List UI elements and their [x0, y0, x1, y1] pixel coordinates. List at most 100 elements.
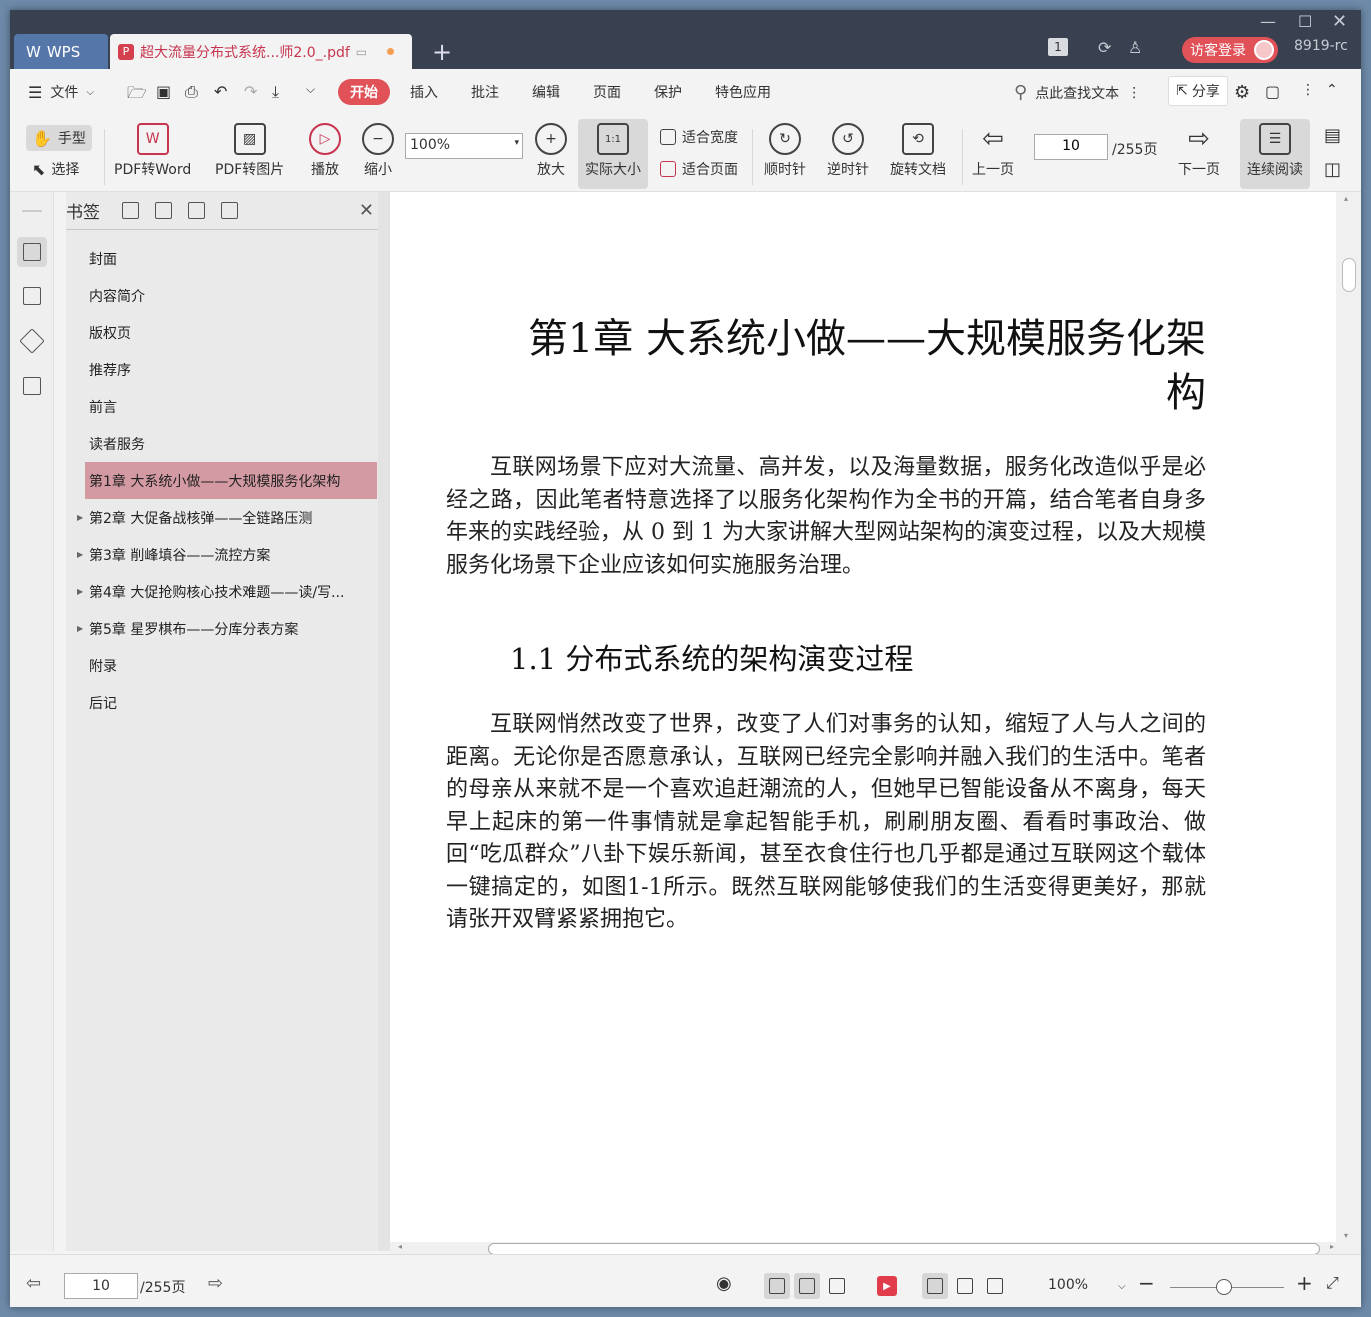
zoom-out-icon[interactable]: −	[1138, 1271, 1155, 1295]
vertical-scrollbar[interactable]: ▴ ▾	[1336, 192, 1361, 1242]
zoom-out-button[interactable]: − 缩小	[362, 123, 394, 179]
skin-icon[interactable]: ♙	[1128, 38, 1142, 57]
vertical-scroll-thumb[interactable]	[1342, 258, 1356, 292]
chevron-down-icon[interactable]: ⌵	[1118, 1281, 1126, 1292]
rotate-document-button[interactable]: ⟲ 旋转文档	[890, 123, 946, 179]
zoom-in-button[interactable]: + 放大	[535, 123, 567, 179]
horizontal-scrollbar[interactable]: ◂ ▸	[390, 1242, 1361, 1255]
minimize-icon[interactable]: —	[1260, 12, 1276, 31]
tab-insert[interactable]: 插入	[410, 82, 438, 102]
bookmark-item[interactable]: ▶ 第2章 大促备战核弹——全链路压测	[66, 499, 378, 536]
fit-page-button[interactable]: 适合页面	[660, 159, 738, 179]
tab-annotate[interactable]: 批注	[471, 82, 499, 102]
continuous-view-button[interactable]	[764, 1273, 790, 1299]
bookmark-options-icon[interactable]	[221, 202, 238, 219]
maximize-icon[interactable]: ☐	[1298, 12, 1312, 31]
scroll-down-icon[interactable]: ▾	[1344, 1231, 1348, 1240]
tab-page[interactable]: 页面	[593, 82, 621, 102]
page-number-input[interactable]: 10	[1034, 134, 1108, 160]
bookmark-item[interactable]: 推荐序	[66, 351, 378, 388]
bookmark-item[interactable]: 读者服务	[66, 425, 378, 462]
save-icon[interactable]: ▣	[156, 82, 171, 101]
guest-login-button[interactable]: 访客登录	[1182, 37, 1278, 63]
gear-icon[interactable]: ⚙	[1234, 82, 1250, 103]
expand-arrow-icon[interactable]: ▶	[77, 624, 83, 633]
scroll-left-icon[interactable]: ◂	[398, 1242, 402, 1251]
tab-protect[interactable]: 保护	[654, 82, 682, 102]
annotation-panel-button[interactable]	[17, 326, 47, 356]
eye-protection-icon[interactable]: ◉	[716, 1273, 732, 1294]
bookmark-item[interactable]: 附录	[66, 647, 378, 684]
bookmark-item[interactable]: ▶ 第4章 大促抢购核心技术难题——读/写...	[66, 573, 378, 610]
bookmark-item[interactable]: 内容简介	[66, 277, 378, 314]
next-page-button[interactable]: ⇨ 下一页	[1178, 123, 1220, 179]
rotate-clockwise-button[interactable]: ↻ 顺时针	[764, 123, 806, 179]
fit-width-button[interactable]: 适合宽度	[660, 127, 738, 147]
more-dropdown-icon[interactable]: ⌵	[306, 82, 315, 97]
open-folder-icon[interactable]: 🗁	[127, 82, 147, 109]
zoom-select[interactable]: 100% ▾	[405, 133, 523, 159]
redo-icon[interactable]: ↷	[244, 82, 257, 101]
play-button[interactable]: ▷ 播放	[309, 123, 341, 179]
collapse-all-icon[interactable]	[155, 202, 172, 219]
share-button[interactable]: ⇱ 分享	[1168, 76, 1228, 106]
hand-tool-button[interactable]: ✋ 手型	[26, 125, 92, 151]
zoom-slider-knob[interactable]	[1216, 1279, 1232, 1295]
close-icon[interactable]: ✕	[359, 200, 374, 221]
find-text-button[interactable]: ⚲ 点此查找文本 ⋮	[1014, 82, 1141, 103]
actual-size-status-button[interactable]	[922, 1273, 948, 1299]
slideshow-button[interactable]: ▶	[874, 1273, 900, 1299]
expand-arrow-icon[interactable]: ▶	[77, 550, 83, 559]
fullscreen-icon[interactable]: ⤢	[1326, 1273, 1339, 1293]
select-tool-button[interactable]: ⬉ 选择	[32, 159, 79, 179]
undo-icon[interactable]: ↶	[214, 82, 227, 101]
scroll-right-icon[interactable]: ▸	[1330, 1242, 1334, 1251]
signature-panel-button[interactable]	[17, 371, 47, 401]
rotate-counterclockwise-button[interactable]: ↺ 逆时针	[827, 123, 869, 179]
print-icon[interactable]: ⎙	[185, 82, 198, 102]
bookmark-panel-button[interactable]	[17, 237, 47, 267]
prev-page-icon[interactable]: ⇦	[26, 1273, 41, 1294]
status-page-input[interactable]: 10	[64, 1273, 138, 1299]
scroll-up-icon[interactable]: ▴	[1344, 194, 1348, 203]
tab-special-apps[interactable]: 特色应用	[715, 82, 771, 102]
two-page-view-button[interactable]	[824, 1273, 850, 1299]
two-page-icon[interactable]: ◫	[1324, 159, 1341, 180]
panel-splitter[interactable]	[378, 192, 390, 1251]
comment-icon[interactable]: ▢	[1265, 82, 1280, 101]
tab-document[interactable]: P 超大流量分布式系统...师2.0_.pdf ▭	[110, 34, 412, 69]
thumbnail-panel-button[interactable]	[17, 281, 47, 311]
file-menu[interactable]: ☰ 文件 ⌵	[28, 82, 94, 102]
bookmark-item[interactable]: 版权页	[66, 314, 378, 351]
prev-page-button[interactable]: ⇦ 上一页	[972, 123, 1014, 179]
new-tab-button[interactable]: +	[432, 38, 452, 66]
single-view-button[interactable]	[794, 1273, 820, 1299]
bookmark-item[interactable]: ▶ 第5章 星罗棋布——分库分表方案	[66, 610, 378, 647]
expand-all-icon[interactable]	[122, 202, 139, 219]
single-page-icon[interactable]: ▤	[1324, 125, 1341, 146]
window-count[interactable]: 1	[1048, 38, 1068, 56]
actual-size-button[interactable]: 1:1 实际大小	[578, 119, 648, 189]
bookmark-item[interactable]: 后记	[66, 684, 378, 721]
collapse-ribbon-icon[interactable]: ⌃	[1326, 82, 1338, 98]
bookmark-item-selected[interactable]: ▶第1章 大系统小做——大规模服务化架构	[85, 462, 377, 499]
pdf-to-word-button[interactable]: W PDF转Word	[114, 123, 191, 179]
sync-icon[interactable]: ⟳	[1098, 38, 1111, 57]
tab-start[interactable]: 开始	[338, 79, 390, 105]
fit-page-status-button[interactable]	[952, 1273, 978, 1299]
pdf-to-image-button[interactable]: ▨ PDF转图片	[215, 123, 284, 179]
bookmark-item[interactable]: 前言	[66, 388, 378, 425]
expand-arrow-icon[interactable]: ▶	[77, 513, 83, 522]
fit-width-status-button[interactable]	[982, 1273, 1008, 1299]
status-zoom-value[interactable]: 100%	[1048, 1277, 1088, 1293]
add-bookmark-icon[interactable]	[188, 202, 205, 219]
tab-edit[interactable]: 编辑	[532, 82, 560, 102]
next-page-icon[interactable]: ⇨	[208, 1273, 223, 1294]
expand-arrow-icon[interactable]: ▶	[77, 587, 83, 596]
zoom-in-icon[interactable]: +	[1296, 1271, 1313, 1295]
continuous-reading-button[interactable]: ☰ 连续阅读	[1240, 119, 1310, 189]
bookmark-item[interactable]: 封面	[66, 240, 378, 277]
more-options-icon[interactable]: ⋮	[1301, 82, 1315, 98]
export-icon[interactable]: ⤓	[272, 82, 279, 102]
bookmark-item[interactable]: ▶ 第3章 削峰填谷——流控方案	[66, 536, 378, 573]
